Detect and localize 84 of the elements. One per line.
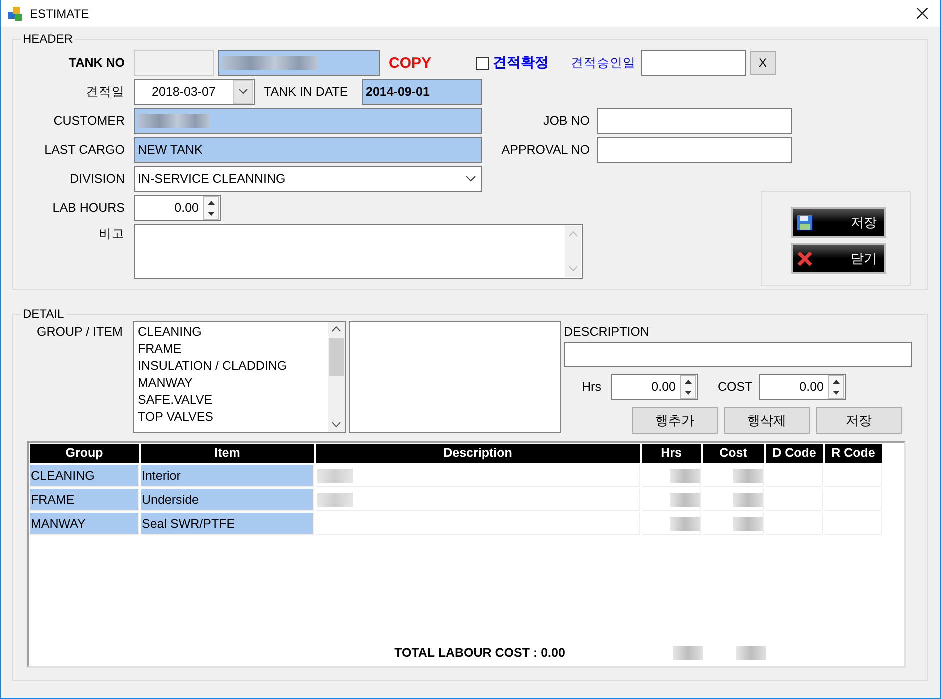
chevron-down-icon[interactable] <box>466 176 476 182</box>
clear-button[interactable]: X <box>750 51 776 75</box>
blurred-text <box>138 114 210 128</box>
text-field[interactable] <box>134 108 482 134</box>
list-item[interactable]: CLEANING <box>138 324 328 341</box>
blurred-text <box>670 492 700 506</box>
cubes-icon <box>7 6 23 22</box>
table-cell: CLEANING <box>30 465 139 487</box>
text-field[interactable]: NEW TANK <box>134 137 482 163</box>
dropdown[interactable]: IN-SERVICE CLEANNING <box>134 166 482 192</box>
date-picker[interactable]: 2018-03-07 <box>134 79 255 105</box>
list-box[interactable]: CLEANING FRAME INSULATION / CLADDING MANWAY SAFE.VALVE TOP VALVES <box>133 321 346 433</box>
table-cell: MANWAY <box>30 513 139 535</box>
list-item[interactable]: INSULATION / CLADDING <box>138 358 328 375</box>
field-label: Hrs <box>582 380 602 394</box>
field-label: 비고 <box>98 226 125 243</box>
field-label: LAB HOURS <box>52 201 125 215</box>
checkbox[interactable] <box>476 56 489 70</box>
list-item[interactable]: TOP VALVES <box>138 409 328 426</box>
group-legend: HEADER <box>21 32 76 46</box>
field-label: GROUP / ITEM <box>36 324 124 339</box>
blurred-text <box>670 516 700 530</box>
text-field[interactable] <box>564 342 912 367</box>
list-item[interactable]: SAFE.VALVE <box>138 392 328 409</box>
list-item[interactable]: FRAME <box>138 341 328 358</box>
list-item[interactable]: MANWAY <box>138 375 328 392</box>
field-label: TANK IN DATE <box>264 85 350 99</box>
total-label: TOTAL LABOUR COST : 0.00 <box>394 646 566 660</box>
close-icon[interactable] <box>917 8 928 19</box>
field-label: 견적일 <box>85 84 125 100</box>
field-label: DIVISION <box>69 172 125 186</box>
table-cell: Interior <box>141 465 314 487</box>
group-legend: DETAIL <box>21 307 66 321</box>
close-icon <box>797 250 813 266</box>
text-field[interactable] <box>597 137 792 163</box>
blurred-text <box>733 492 763 506</box>
text-field[interactable] <box>134 50 214 76</box>
close-button[interactable]: 닫기 <box>791 243 886 274</box>
blurred-text <box>736 646 766 660</box>
table-cell: Seal SWR/PTFE <box>141 513 314 535</box>
save-button[interactable]: 저장 <box>791 207 886 238</box>
action-button[interactable]: 행삭제 <box>724 407 810 434</box>
chevron-up-icon[interactable] <box>332 326 341 332</box>
text-field[interactable]: 2014-09-01 <box>362 79 482 105</box>
text-field[interactable] <box>218 50 380 76</box>
action-button[interactable]: 저장 <box>816 407 902 434</box>
blurred-text <box>673 646 703 660</box>
blurred-text <box>670 468 700 482</box>
column-header[interactable]: Group <box>30 444 139 463</box>
column-header[interactable]: Description <box>316 444 640 463</box>
chevron-down-icon[interactable] <box>332 422 341 428</box>
field-label: COST <box>718 380 754 394</box>
field-label: 견적승인일 <box>571 54 637 72</box>
field-label: CUSTOMER <box>52 114 125 128</box>
text-area[interactable] <box>134 224 583 279</box>
field-label: JOB NO <box>542 114 590 128</box>
field-label: LAST CARGO <box>44 143 125 157</box>
table-cell: FRAME <box>30 489 139 511</box>
number-spinner[interactable]: 0.00 <box>759 374 846 400</box>
chevron-down-icon[interactable] <box>238 89 248 95</box>
copy-label: COPY <box>388 54 433 72</box>
field-label: TANK NO <box>68 56 125 70</box>
checkbox-label[interactable]: 견적확정 <box>493 54 549 72</box>
list-box[interactable] <box>349 321 561 433</box>
text-field[interactable] <box>597 108 792 134</box>
scrollbar[interactable] <box>328 322 345 432</box>
field-label: DESCRIPTION <box>564 325 650 339</box>
field-label: APPROVAL NO <box>500 143 590 157</box>
column-header[interactable]: Item <box>141 444 314 463</box>
scroll-thumb[interactable] <box>329 338 344 376</box>
blurred-text <box>317 492 353 506</box>
window-title: ESTIMATE <box>30 6 90 20</box>
column-header[interactable]: Hrs <box>642 444 701 463</box>
column-header[interactable]: D Code <box>766 444 823 463</box>
number-spinner[interactable]: 0.00 <box>134 195 221 221</box>
number-spinner[interactable]: 0.00 <box>611 374 698 400</box>
blurred-text <box>733 516 763 530</box>
table-cell: Underside <box>141 489 314 511</box>
blurred-text <box>317 468 353 482</box>
blurred-text <box>733 468 763 482</box>
action-button[interactable]: 행추가 <box>632 407 718 434</box>
column-header[interactable]: Cost <box>703 444 764 463</box>
column-header[interactable]: R Code <box>825 444 882 463</box>
text-field[interactable] <box>641 50 746 76</box>
